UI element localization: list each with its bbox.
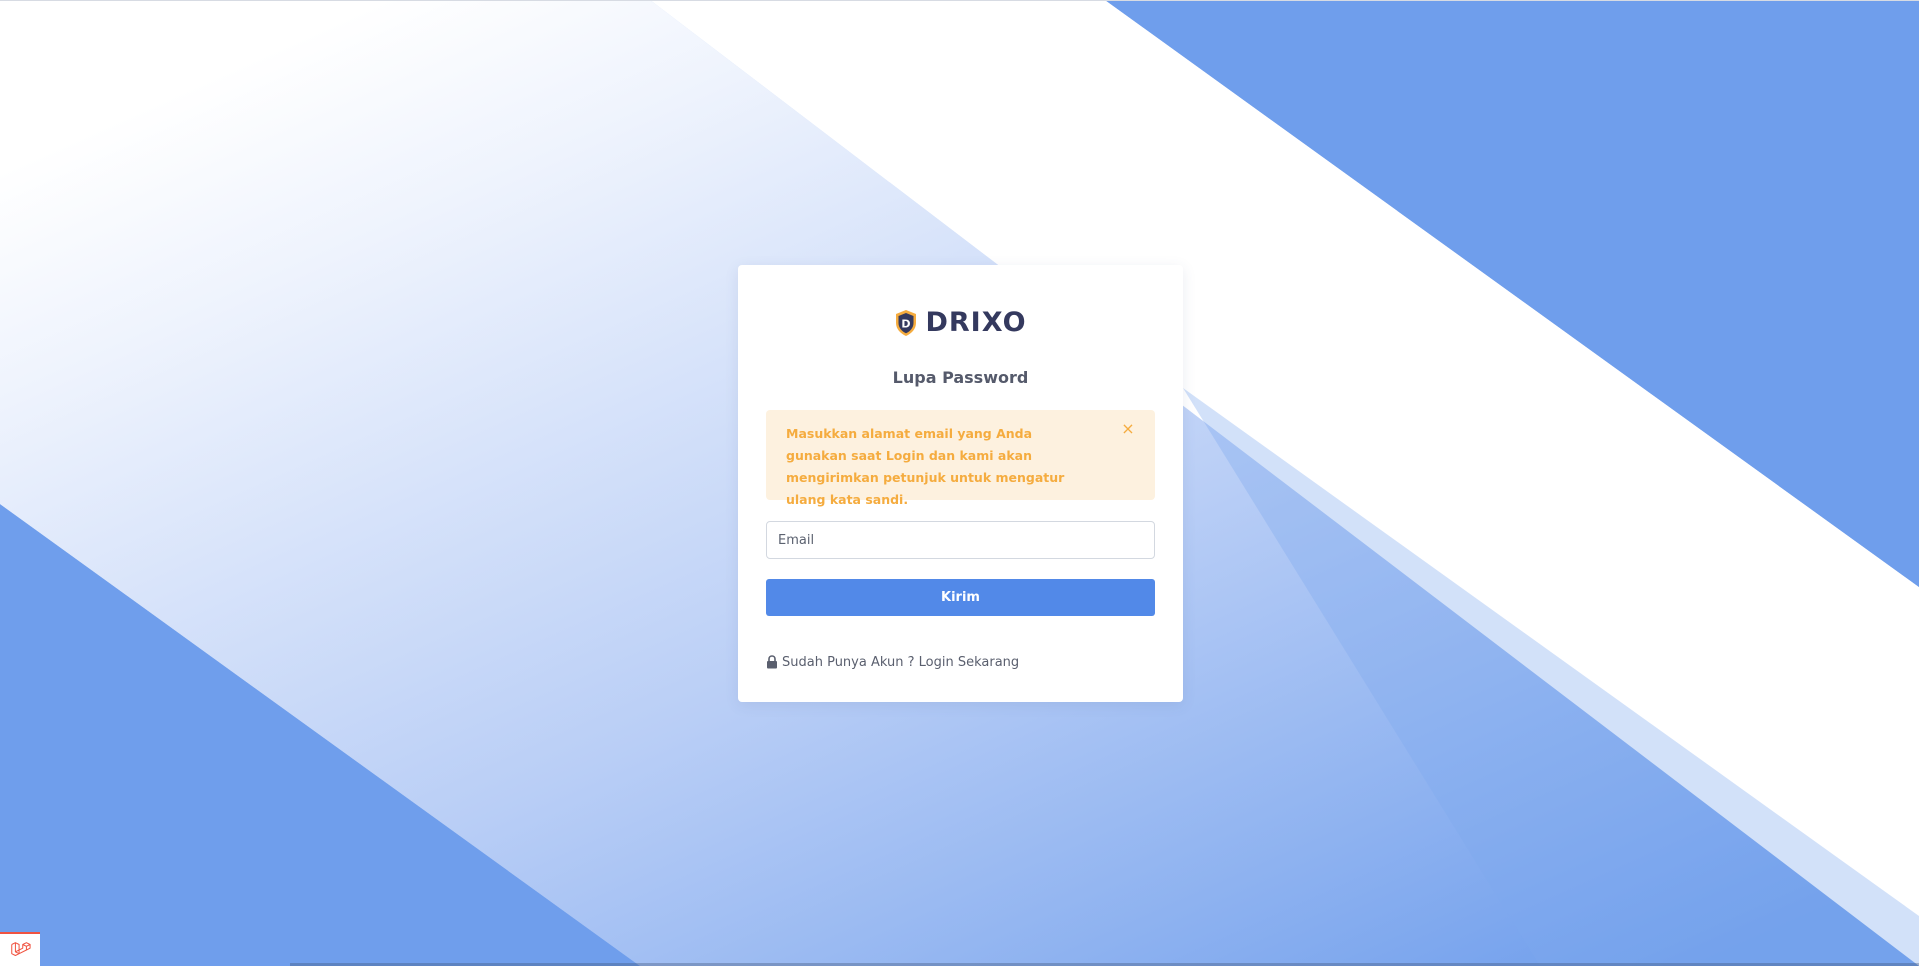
email-field[interactable] bbox=[766, 521, 1155, 559]
submit-button[interactable]: Kirim bbox=[766, 579, 1155, 616]
page-title: Lupa Password bbox=[892, 368, 1029, 387]
debugbar-toggle[interactable] bbox=[0, 932, 40, 966]
logo-letter: D bbox=[902, 318, 911, 331]
brand-name: DRIXO bbox=[925, 307, 1027, 338]
alert-message: Masukkan alamat email yang Anda gunakan … bbox=[786, 426, 1065, 507]
forgot-password-card: D DRIXO Lupa Password Masukkan alamat em… bbox=[738, 265, 1183, 702]
login-link[interactable]: Sudah Punya Akun ? Login Sekarang bbox=[766, 653, 1019, 671]
shield-logo-icon: D bbox=[896, 310, 917, 336]
lock-icon bbox=[767, 655, 777, 669]
login-link-label: Sudah Punya Akun ? Login Sekarang bbox=[782, 654, 1020, 670]
page-background: D DRIXO Lupa Password Masukkan alamat em… bbox=[0, 0, 1919, 966]
brand-logo: D DRIXO bbox=[738, 305, 1183, 341]
info-alert: Masukkan alamat email yang Anda gunakan … bbox=[766, 410, 1155, 507]
close-icon[interactable]: × bbox=[1121, 421, 1135, 437]
laravel-icon bbox=[11, 942, 31, 957]
top-border bbox=[0, 0, 1919, 1]
